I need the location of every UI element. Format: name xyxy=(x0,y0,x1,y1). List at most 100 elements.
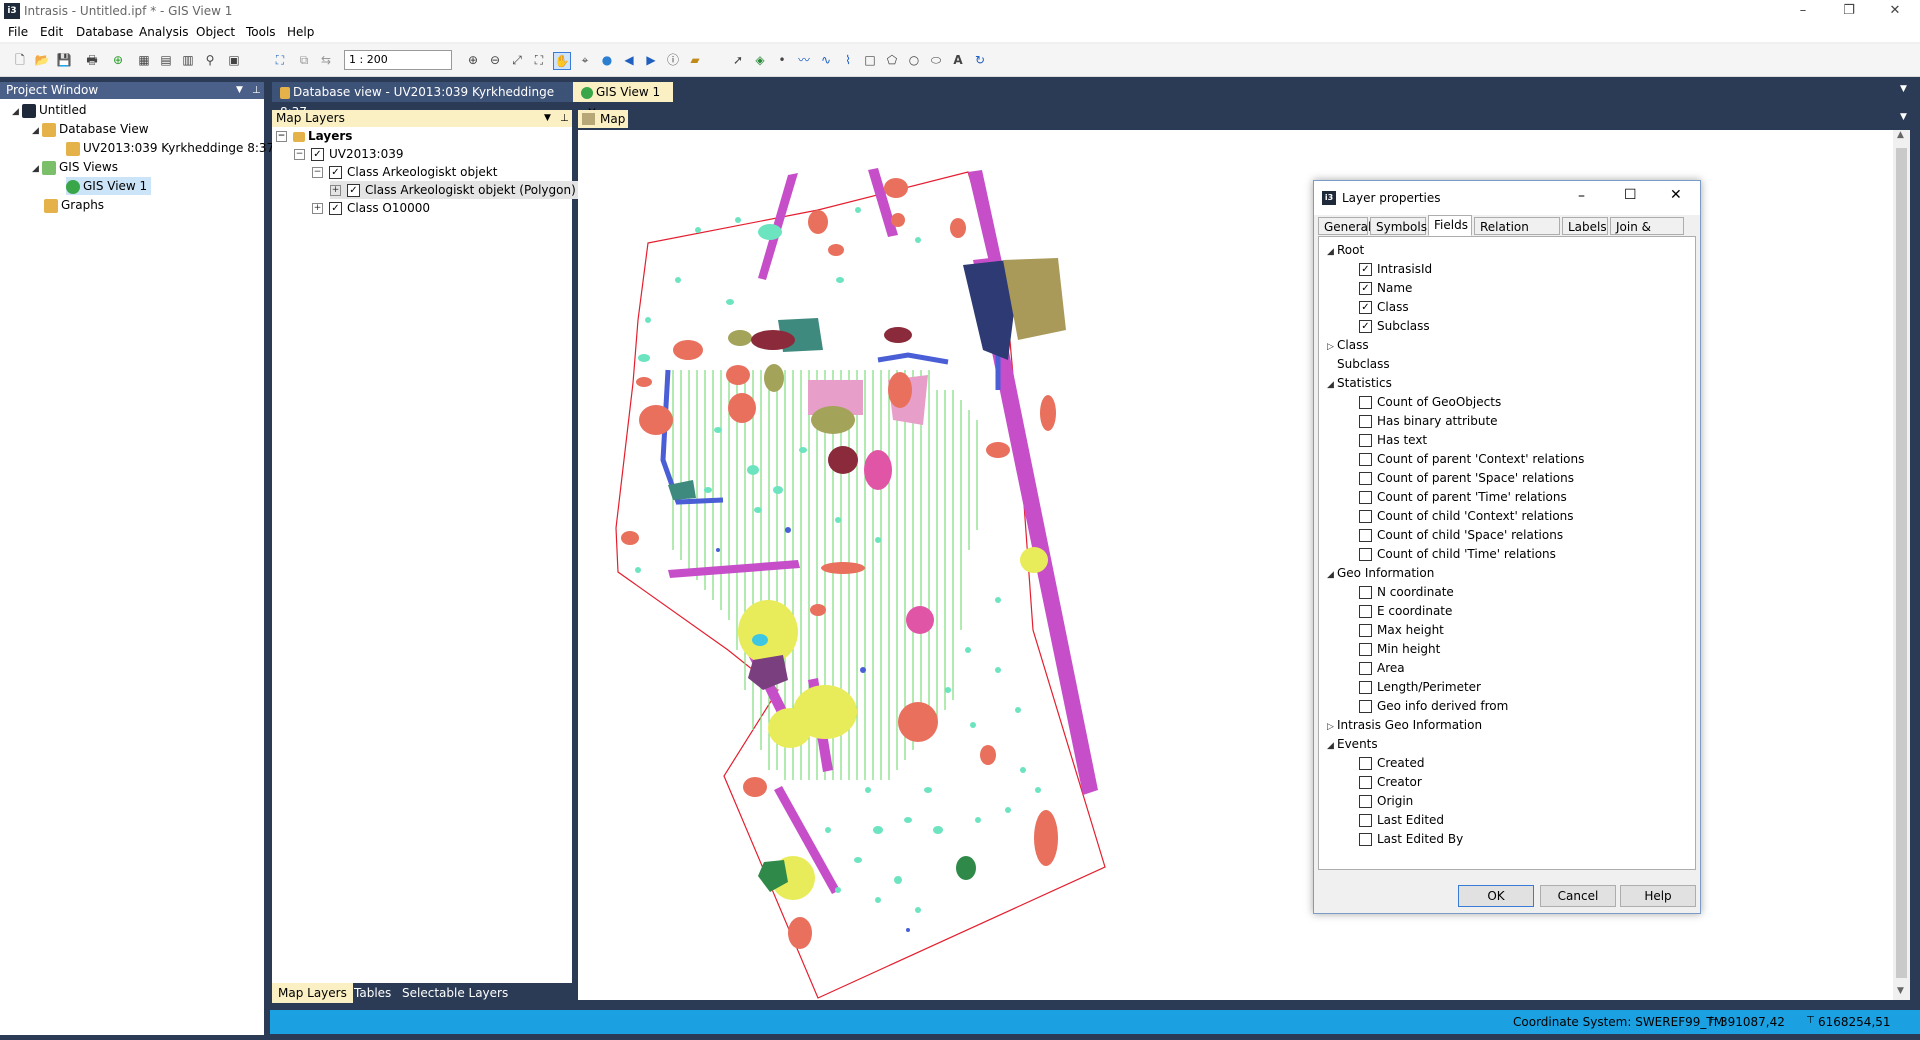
field-checkbox-row[interactable]: ✓ IntrasisId xyxy=(1359,260,1432,278)
tab-database-view[interactable]: Database view - UV2013:039 Kyrkheddinge … xyxy=(272,82,578,119)
expanded-arrow-icon[interactable]: ◢ xyxy=(1327,243,1337,261)
tab-relation-fields[interactable]: Relation Fields xyxy=(1474,217,1560,252)
field-checkbox[interactable] xyxy=(1359,453,1372,466)
tab-symbols[interactable]: Symbols xyxy=(1370,217,1427,235)
field-checkbox-row[interactable]: Created xyxy=(1359,754,1425,772)
field-checkbox[interactable] xyxy=(1359,643,1372,656)
field-checkbox-row[interactable]: Geo info derived from xyxy=(1359,697,1508,715)
layer-class-o10000[interactable]: + ✓ Class O10000 xyxy=(312,199,430,217)
link-icon[interactable]: ⇆ xyxy=(318,52,334,68)
pan-icon[interactable]: ✋ xyxy=(553,52,571,70)
tab-tables[interactable]: Tables xyxy=(348,983,397,1003)
tree-item-gis-view-1[interactable]: GIS View 1 xyxy=(66,177,152,195)
field-checkbox-row[interactable]: ✓ Name xyxy=(1359,279,1412,297)
field-checkbox[interactable] xyxy=(1359,491,1372,504)
pin-icon[interactable]: ⊥ xyxy=(560,110,569,127)
dropdown-icon[interactable]: ▼ xyxy=(236,82,243,99)
zoom-out-icon[interactable]: ⊖ xyxy=(487,52,503,68)
tab-map-layers[interactable]: Map Layers xyxy=(272,983,353,1003)
menu-edit[interactable]: Edit xyxy=(40,25,63,39)
menu-analysis[interactable]: Analysis xyxy=(139,25,188,39)
polygon-icon[interactable]: ⬠ xyxy=(884,52,900,68)
menu-tools[interactable]: Tools xyxy=(246,25,276,39)
field-checkbox-row[interactable]: Count of parent 'Time' relations xyxy=(1359,488,1567,506)
field-checkbox-row[interactable]: Count of GeoObjects xyxy=(1359,393,1501,411)
node-select-icon[interactable]: ◈ xyxy=(752,52,768,68)
globe-icon[interactable]: ● xyxy=(599,52,615,68)
tab-general[interactable]: General xyxy=(1318,217,1371,235)
tab-fields[interactable]: Fields xyxy=(1428,215,1472,236)
field-group[interactable]: ◢ Geo Information xyxy=(1327,564,1434,582)
field-checkbox[interactable] xyxy=(1359,396,1372,409)
field-checkbox[interactable] xyxy=(1359,624,1372,637)
field-checkbox-row[interactable]: Count of child 'Space' relations xyxy=(1359,526,1563,544)
field-checkbox[interactable] xyxy=(1359,605,1372,618)
field-group[interactable]: ▷ Intrasis Geo Information xyxy=(1327,716,1482,734)
pointer-icon[interactable]: ➚ xyxy=(730,52,746,68)
field-checkbox-row[interactable]: Creator xyxy=(1359,773,1422,791)
tab-labels[interactable]: Labels xyxy=(1562,217,1608,235)
scale-input[interactable]: 1 : 200 xyxy=(344,50,452,70)
expanded-arrow-icon[interactable]: ◢ xyxy=(1327,566,1337,584)
tab-join-link[interactable]: Join & Link xyxy=(1610,217,1684,252)
open-folder-icon[interactable]: 📂 xyxy=(34,52,50,68)
print-icon[interactable]: 🖶 xyxy=(84,52,100,68)
layer-class-arkeologiskt[interactable]: − ✓ Class Arkeologiskt objekt xyxy=(312,163,497,181)
binoculars-icon[interactable]: ⚲ xyxy=(202,52,218,68)
tree-item-graphs[interactable]: Graphs xyxy=(44,196,104,214)
field-checkbox[interactable] xyxy=(1359,795,1372,808)
layer-class-arkeologiskt-polygon[interactable]: + ✓ Class Arkeologiskt objekt (Polygon) xyxy=(330,181,580,199)
dropdown-icon[interactable]: ▼ xyxy=(544,110,551,127)
field-item[interactable]: Subclass xyxy=(1337,355,1390,373)
tree-item-database[interactable]: UV2013:039 Kyrkheddinge 8:37 xyxy=(66,139,274,157)
layer-uv2013[interactable]: − ✓ UV2013:039 xyxy=(294,145,403,163)
field-checkbox[interactable] xyxy=(1359,700,1372,713)
tree-item-project[interactable]: ◢ Untitled xyxy=(12,101,86,119)
menu-file[interactable]: File xyxy=(8,25,28,39)
field-checkbox[interactable] xyxy=(1359,757,1372,770)
zoom-in-icon[interactable]: ⊕ xyxy=(465,52,481,68)
field-checkbox[interactable] xyxy=(1359,434,1372,447)
add-icon[interactable]: ⊕ xyxy=(110,52,126,68)
restore-button[interactable]: ❐ xyxy=(1826,0,1872,22)
menu-database[interactable]: Database xyxy=(76,25,133,39)
new-file-icon[interactable]: 🗋 xyxy=(12,52,28,68)
dialog-maximize-button[interactable]: ☐ xyxy=(1624,187,1637,203)
polyline-icon[interactable]: 〰 xyxy=(796,52,812,68)
field-checkbox-row[interactable]: Min height xyxy=(1359,640,1440,658)
pin-icon[interactable]: ⊥ xyxy=(252,82,261,99)
copy-icon[interactable]: ⧉ xyxy=(296,52,312,68)
field-checkbox[interactable] xyxy=(1359,415,1372,428)
info-icon[interactable]: ⓘ xyxy=(665,52,681,68)
field-checkbox-row[interactable]: Count of child 'Time' relations xyxy=(1359,545,1556,563)
field-checkbox[interactable] xyxy=(1359,681,1372,694)
collapsed-arrow-icon[interactable]: ▷ xyxy=(1327,338,1337,356)
forward-arrow-icon[interactable]: ▶ xyxy=(643,52,659,68)
layer-checkbox[interactable]: ✓ xyxy=(347,184,360,197)
field-checkbox-row[interactable]: Has text xyxy=(1359,431,1427,449)
menu-help[interactable]: Help xyxy=(287,25,314,39)
zoom-full-icon[interactable]: ⛶ xyxy=(531,52,547,68)
minimize-button[interactable]: – xyxy=(1780,0,1826,22)
scroll-down-icon[interactable]: ▼ xyxy=(1897,986,1904,996)
ok-button[interactable]: OK xyxy=(1458,885,1534,907)
tab-selectable-layers[interactable]: Selectable Layers xyxy=(396,983,514,1003)
field-checkbox[interactable] xyxy=(1359,833,1372,846)
expanded-arrow-icon[interactable]: ◢ xyxy=(1327,376,1337,394)
field-group[interactable]: ▷ Class xyxy=(1327,336,1369,354)
rotate-icon[interactable]: ↻ xyxy=(972,52,988,68)
layer-checkbox[interactable]: ✓ xyxy=(311,148,324,161)
scroll-up-icon[interactable]: ▲ xyxy=(1897,130,1904,140)
zoom-extent-icon[interactable]: ⤢ xyxy=(509,52,525,68)
layer-checkbox[interactable]: ✓ xyxy=(329,202,342,215)
freehand-icon[interactable]: ⌇ xyxy=(840,52,856,68)
map-vertical-scrollbar[interactable]: ▲ ▼ xyxy=(1893,130,1910,1000)
grid-icon[interactable]: ▤ xyxy=(158,52,174,68)
curve-icon[interactable]: ∿ xyxy=(818,52,834,68)
text-tool-icon[interactable]: A xyxy=(950,52,966,68)
field-checkbox[interactable] xyxy=(1359,814,1372,827)
cancel-button[interactable]: Cancel xyxy=(1540,885,1616,907)
expanded-arrow-icon[interactable]: ◢ xyxy=(1327,737,1337,755)
tree-item-database-view[interactable]: ◢ Database View xyxy=(32,120,149,138)
layer-checkbox[interactable]: ✓ xyxy=(329,166,342,179)
